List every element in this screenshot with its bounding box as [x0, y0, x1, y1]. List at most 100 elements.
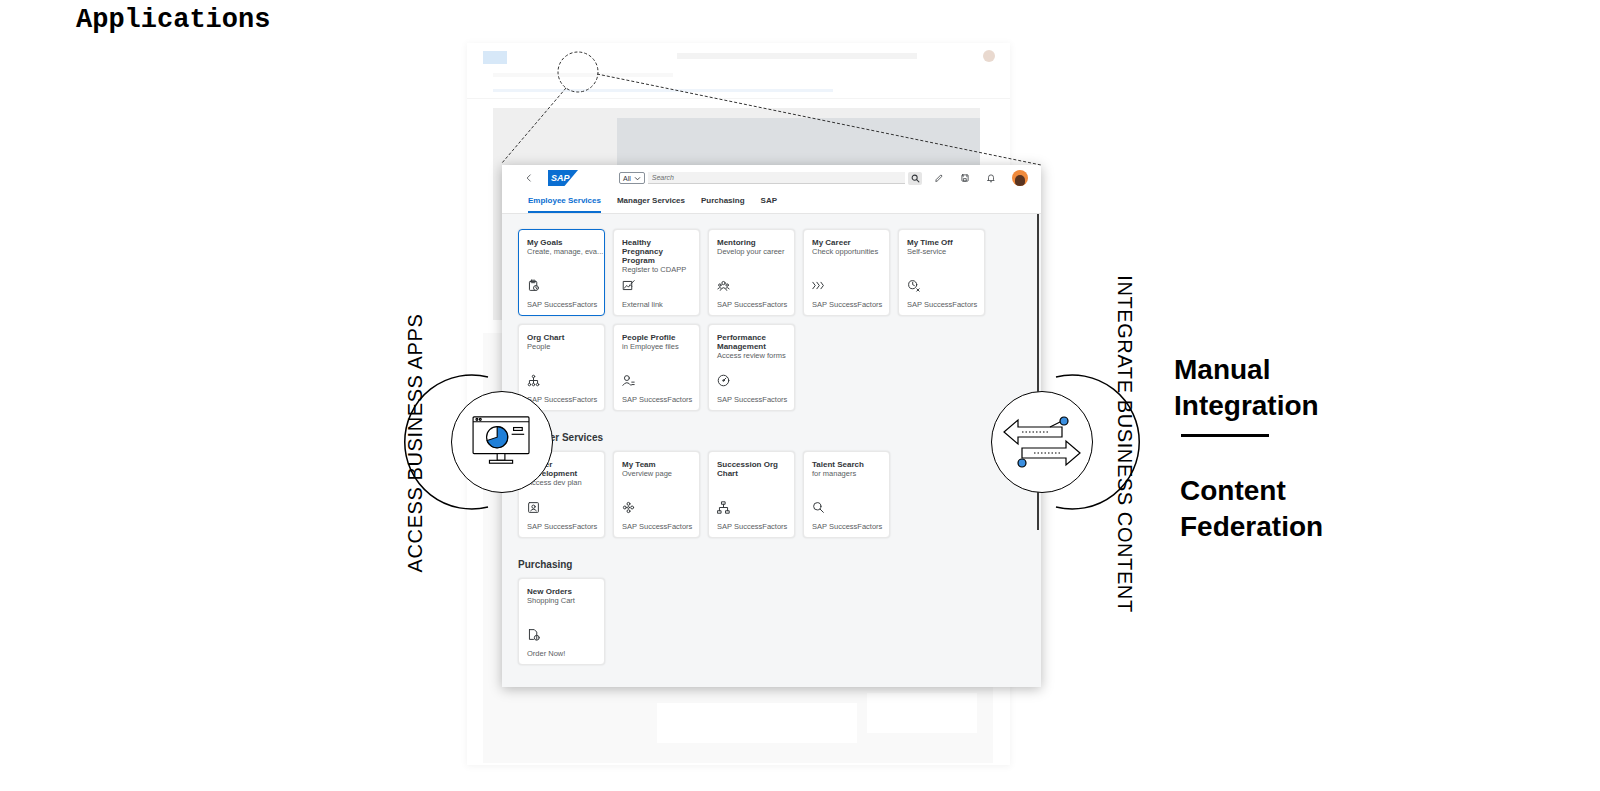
callout-label: INTEGRATE BUSINESS CONTENT [1113, 275, 1137, 613]
faded-avatar [983, 50, 995, 62]
tile-title: Healthy Pregnancy Program [622, 238, 691, 265]
faded-card [867, 693, 977, 733]
search-button[interactable] [908, 172, 922, 185]
tile-footer: SAP SuccessFactors [622, 522, 691, 531]
app-tile[interactable]: Healthy Pregnancy ProgramRegister to CDA… [613, 229, 700, 316]
avatar-face [1015, 175, 1025, 187]
tile-subtitle: Overview page [622, 469, 691, 478]
apps-badge [451, 391, 553, 493]
tile-title: New Orders [527, 587, 596, 596]
section-title: Purchasing [518, 559, 1041, 571]
callout-label: ACCESS BUSINESS APPS [403, 314, 427, 573]
org-chart-icon [527, 374, 540, 387]
slide-title: Applications [76, 4, 270, 36]
faded-card [657, 703, 857, 743]
tab[interactable]: Manager Services [617, 196, 685, 213]
chevron-down-icon [634, 175, 641, 182]
sap-logo[interactable]: SAP [548, 170, 578, 186]
portrait-icon [527, 501, 540, 514]
tile-title: People Profile [622, 333, 691, 342]
tile-footer: SAP SuccessFactors [622, 395, 691, 404]
tile-subtitle: in Employee files [622, 342, 691, 351]
tile-footer: External link [622, 300, 691, 309]
app-tile[interactable]: People Profilein Employee files SAP Succe… [613, 324, 700, 411]
integration-mode: Content Federation [1180, 473, 1345, 545]
app-tile[interactable]: My Time OffSelf-service SAP SuccessFactor… [898, 229, 985, 316]
tile-subtitle: Access review forms [717, 351, 786, 360]
back-icon[interactable] [524, 173, 534, 183]
tile-subtitle: Shopping Cart [527, 596, 596, 605]
tab[interactable]: Purchasing [701, 196, 745, 213]
tile-title: My Career [812, 238, 881, 247]
tile-footer: SAP SuccessFactors [527, 300, 596, 309]
group-icon [717, 279, 730, 292]
tile-title: Talent Search [812, 460, 881, 469]
tile-subtitle: Develop your career [717, 247, 786, 256]
shell-bar: SAP All [502, 168, 1041, 188]
integration-badge [991, 391, 1093, 493]
tile-title: Org Chart [527, 333, 596, 342]
tile-footer: SAP SuccessFactors [527, 522, 596, 531]
scope-value: All [623, 174, 631, 183]
faded-logo [483, 51, 507, 64]
tile-title: My Team [622, 460, 691, 469]
tile-title: My Time Off [907, 238, 976, 247]
pencil-icon[interactable] [934, 173, 944, 183]
tile-group: My GoalsCreate, manage, eva...SAP Succes… [518, 229, 998, 411]
tile-footer: SAP SuccessFactors [907, 300, 976, 309]
tile-footer: SAP SuccessFactors [717, 300, 786, 309]
tile-footer: SAP SuccessFactors [717, 395, 786, 404]
logo-text: SAP [551, 173, 570, 183]
shopping-cart-icon [527, 628, 540, 641]
connector-lines [0, 0, 1600, 791]
tile-footer: SAP SuccessFactors [717, 522, 786, 531]
app-tile[interactable]: New OrdersShopping CartOrder Now! [518, 578, 605, 665]
tile-area: My GoalsCreate, manage, eva...SAP Succes… [502, 214, 1041, 687]
tab[interactable]: SAP [761, 196, 777, 213]
search-icon [812, 501, 825, 514]
app-tile[interactable]: Performance ManagementAccess review form… [708, 324, 795, 411]
exchange-arrows-icon [1000, 415, 1084, 469]
separator [1181, 434, 1269, 437]
clipboard-icon [527, 279, 540, 292]
app-tile[interactable]: My CareerCheck opportunities SAP SuccessF… [803, 229, 890, 316]
app-tile[interactable]: MentoringDevelop your career SAP SuccessF… [708, 229, 795, 316]
tile-group: New OrdersShopping CartOrder Now! [518, 578, 998, 665]
image-edit-icon [622, 279, 635, 292]
faded-menu [493, 73, 673, 77]
app-tile[interactable]: My GoalsCreate, manage, eva...SAP Succes… [518, 229, 605, 316]
shell-actions [934, 170, 1028, 186]
hierarchy-icon [717, 501, 730, 514]
save-icon[interactable] [960, 173, 970, 183]
tile-footer: SAP SuccessFactors [812, 300, 881, 309]
monitor-chart-icon [471, 415, 533, 469]
integration-modes: Manual IntegrationContent Federation [1174, 352, 1364, 545]
shell-header: SAP All Employee Services Manager Services P… [502, 165, 1041, 214]
tab-bar: Employee Services Manager Services Purchas… [502, 188, 1041, 213]
person-icon [622, 374, 635, 387]
tile-group: Career DevelopmentAccess dev planSAP Suc… [518, 451, 998, 538]
launchpad-window: SAP All Employee Services Manager Services P… [502, 165, 1041, 687]
faded-divider [467, 98, 1010, 99]
app-tile[interactable]: Org ChartPeopleSAP SuccessFactors [518, 324, 605, 411]
faded-search [677, 53, 917, 59]
bell-icon[interactable] [986, 173, 996, 183]
tile-title: My Goals [527, 238, 596, 247]
tile-footer: SAP SuccessFactors [527, 395, 596, 404]
section-title: Manager Services [518, 432, 1041, 444]
search-field[interactable] [648, 172, 905, 184]
tile-subtitle: Check opportunities [812, 247, 881, 256]
tile-footer: SAP SuccessFactors [812, 522, 881, 531]
tab[interactable]: Employee Services [528, 196, 601, 213]
user-avatar[interactable] [1012, 170, 1028, 186]
app-tile[interactable]: My TeamOverview page SAP SuccessFactors [613, 451, 700, 538]
search-icon [911, 174, 920, 183]
gauge-icon [717, 374, 730, 387]
tile-subtitle: Self-service [907, 247, 976, 256]
tile-title: Mentoring [717, 238, 786, 247]
time-off-icon [907, 279, 920, 292]
app-tile[interactable]: Talent Searchfor managersSAP SuccessFact… [803, 451, 890, 538]
chevrons-icon [812, 279, 825, 292]
app-tile[interactable]: Succession Org ChartSAP SuccessFactors [708, 451, 795, 538]
scope-select[interactable]: All [619, 172, 645, 184]
